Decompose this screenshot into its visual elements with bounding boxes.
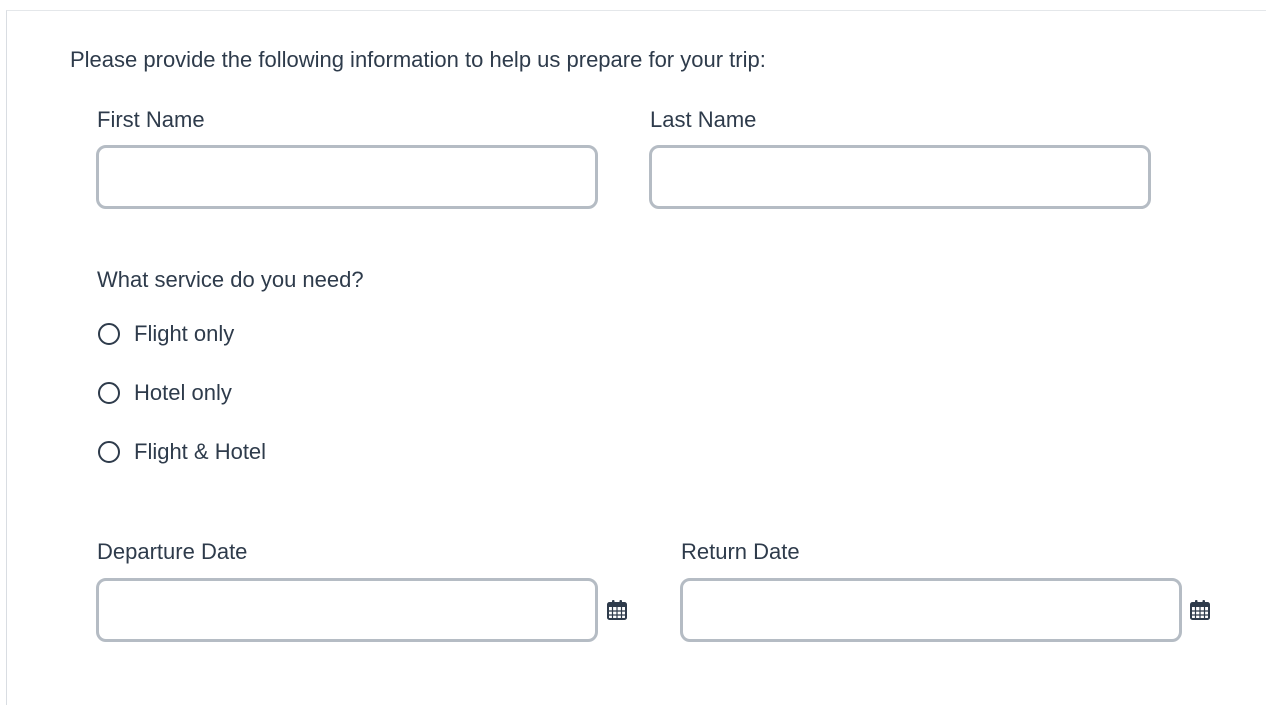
radio-option-label: Hotel only (134, 380, 232, 405)
first-name-label: First Name (97, 107, 205, 132)
calendar-icon[interactable] (1189, 599, 1211, 621)
service-question-label: What service do you need? (97, 267, 364, 292)
radio-option-label: Flight & Hotel (134, 439, 267, 464)
first-name-input[interactable] (96, 145, 598, 209)
return-date-input[interactable] (680, 578, 1182, 642)
radio-option-hotel-only[interactable]: Hotel only (98, 377, 232, 409)
radio-option-label: Flight only (134, 321, 235, 346)
last-name-input[interactable] (649, 145, 1151, 209)
departure-date-label: Departure Date (97, 539, 248, 564)
form-intro-text: Please provide the following information… (70, 47, 766, 72)
radio-button-icon[interactable] (98, 441, 120, 463)
departure-date-input[interactable] (96, 578, 598, 642)
last-name-label: Last Name (650, 107, 757, 132)
return-date-label: Return Date (681, 539, 800, 564)
calendar-icon[interactable] (606, 599, 628, 621)
radio-option-flight-only[interactable]: Flight only (98, 318, 234, 350)
radio-option-flight-and-hotel[interactable]: Flight & Hotel (98, 436, 266, 468)
radio-button-icon[interactable] (98, 382, 120, 404)
radio-button-icon[interactable] (98, 323, 120, 345)
